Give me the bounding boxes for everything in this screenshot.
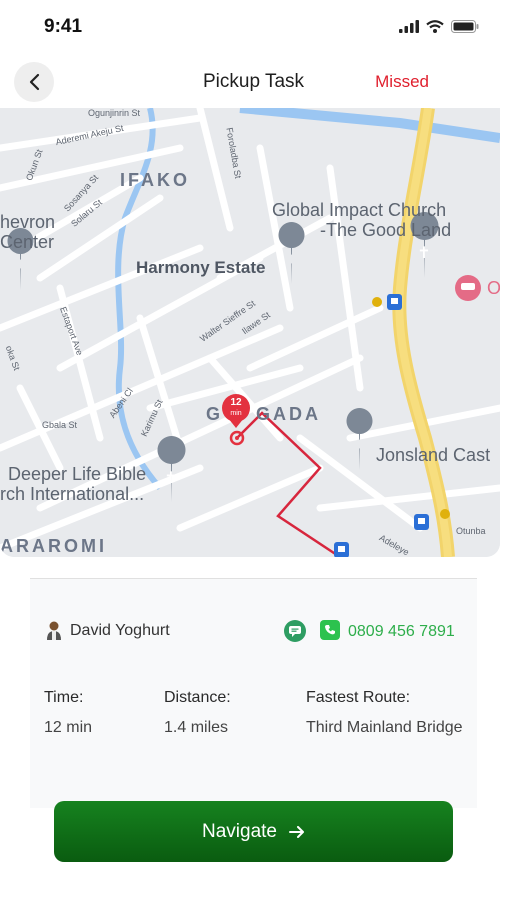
poi-label: Jonsland Cast (376, 445, 491, 465)
street-label: Ogunjinrin St (88, 108, 141, 118)
navigate-button[interactable]: Navigate (54, 801, 453, 862)
poi-label: -The Good Land (320, 220, 452, 240)
poi-label: rch International... (0, 484, 145, 504)
marker-eta-value: 12 (230, 397, 242, 408)
chat-bubble-icon[interactable] (284, 620, 306, 642)
poi-label: Deeper Life Bible (8, 464, 147, 484)
poi-label: Center (0, 232, 55, 252)
time-label: Time: (44, 689, 84, 706)
arrow-right-icon (289, 825, 304, 838)
home-area (0, 880, 507, 900)
signal-icon (399, 20, 419, 33)
area-label: IFAKO (120, 170, 191, 190)
task-status-label: Missed (375, 72, 429, 91)
area-label: G (206, 404, 224, 424)
svg-text:✝: ✝ (417, 245, 430, 262)
time-value: 12 min (44, 719, 93, 736)
marker-eta-unit: min (230, 410, 242, 417)
poi-label: Harmony Estate (136, 258, 266, 277)
street-label: Otunba (456, 526, 486, 536)
poi-label: hevron (0, 212, 56, 232)
poi-label-partial: O (487, 278, 500, 298)
map-view[interactable]: ✝ ✝ 12 min Ogunjinrin St Aderemi Akeju S… (0, 108, 500, 557)
wifi-icon (426, 20, 444, 33)
whatsapp-icon[interactable] (320, 620, 340, 640)
page-title: Pickup Task (202, 71, 305, 92)
header: Pickup Task Missed (0, 56, 507, 108)
status-bar: 9:41 (0, 0, 507, 56)
battery-icon (451, 20, 479, 33)
driver-phone-link[interactable]: 0809 456 7891 (348, 623, 455, 641)
task-details-panel: David Yoghurt 0809 456 7891 Time: 12 min… (30, 578, 477, 808)
driver-name: David Yoghurt (70, 622, 170, 639)
route-value: Third Mainland Bridge (306, 719, 463, 736)
svg-text:✝: ✝ (164, 470, 177, 487)
distance-value: 1.4 miles (164, 719, 229, 736)
route-label: Fastest Route: (306, 689, 411, 706)
avatar (47, 621, 61, 640)
poi-label: Global Impact Church (272, 200, 447, 220)
navigate-label: Navigate (202, 820, 277, 842)
area-label: GADA (256, 404, 321, 424)
status-icons (399, 20, 479, 33)
status-time: 9:41 (44, 16, 83, 37)
street-label: Gbala St (42, 420, 78, 430)
marker-eta: 12 min (225, 398, 247, 419)
driver-row: David Yoghurt 0809 456 7891 (30, 619, 477, 643)
distance-label: Distance: (164, 689, 231, 706)
area-label: ARAROMI (0, 536, 107, 556)
